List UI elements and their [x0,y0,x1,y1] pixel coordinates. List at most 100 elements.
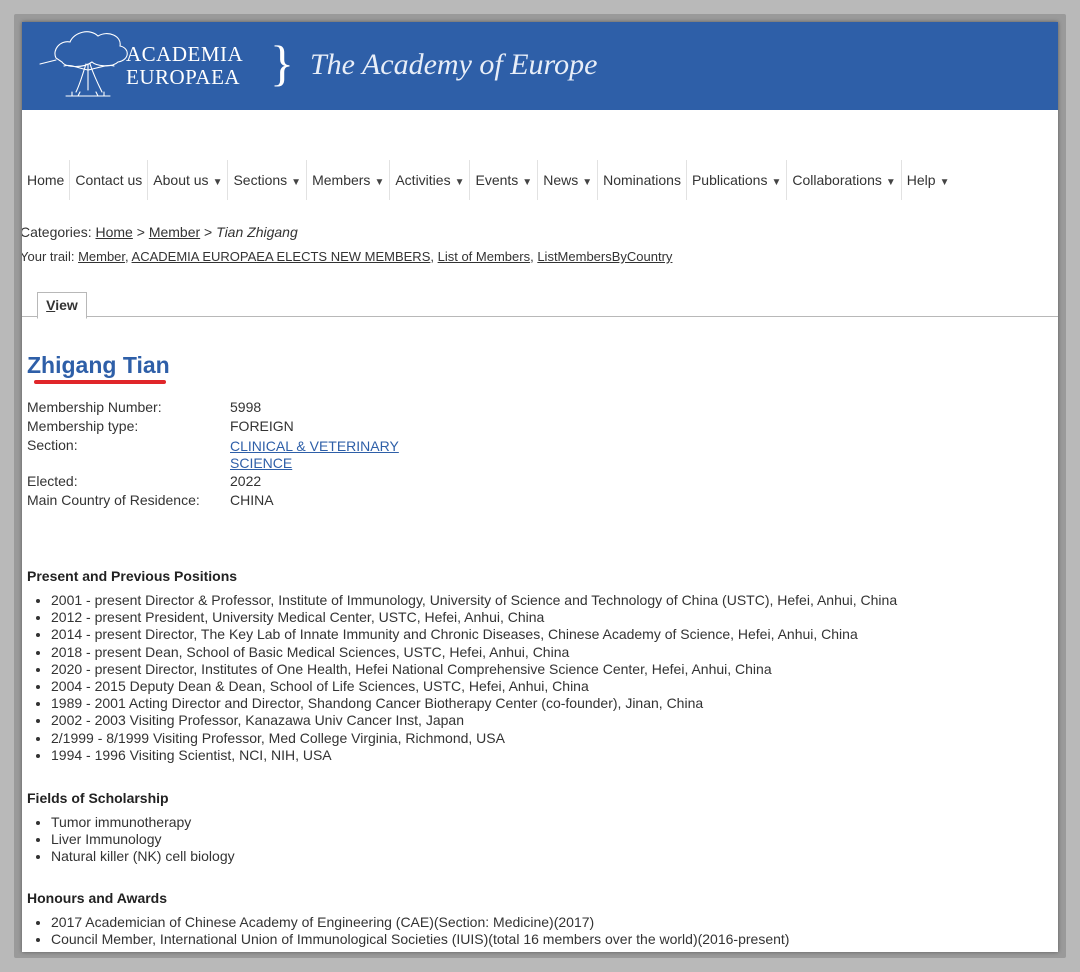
dropdown-caret-icon: ▼ [885,177,896,188]
nav-label: Publications [691,172,768,188]
tree-logo-icon[interactable] [36,24,136,104]
dropdown-caret-icon: ▼ [374,177,385,188]
tab-view-accesskey: V [46,297,56,313]
info-row: Membership type: FOREIGN [27,417,399,436]
nav-label: Contact us [75,172,143,188]
list-item: 1989 - 2001 Acting Director and Director… [51,695,897,712]
membership-number: 5998 [230,399,262,415]
positions-list: 2001 - present Director & Professor, Ins… [27,592,897,764]
honours-heading: Honours and Awards [27,890,168,906]
list-item: Tumor immunotherapy [51,814,235,831]
dropdown-caret-icon: ▼ [454,177,465,188]
list-item: 2002 - 2003 Visiting Professor, Kanazawa… [51,712,897,729]
breadcrumb-prefix: Categories: [22,224,96,240]
breadcrumb-separator: > [132,224,149,240]
nav-help[interactable]: Help ▼ [902,160,955,200]
site-tagline: The Academy of Europe [310,48,598,81]
nav-collaborations[interactable]: Collaborations ▼ [787,160,902,200]
country-label: Main Country of Residence: [27,492,200,508]
nav-nominations[interactable]: Nominations [598,160,687,200]
list-item: 2017 Academician of Chinese Academy of E… [51,914,789,931]
list-item: 2018 - present Dean, School of Basic Med… [51,644,897,661]
nav-label: Sections [233,172,288,188]
breadcrumb-home-link[interactable]: Home [95,224,132,240]
nav-publications[interactable]: Publications ▼ [687,160,788,200]
trail-link-member[interactable]: Member [78,249,125,264]
nav-news[interactable]: News ▼ [538,160,599,200]
list-item: 2012 - present President, University Med… [51,609,897,626]
fields-of-scholarship-heading: Fields of Scholarship [27,790,169,806]
breadcrumb: Categories: Home > Member > Tian Zhigang [22,224,298,240]
positions-heading: Present and Previous Positions [27,568,238,584]
list-item: Council Member, International Union of I… [51,931,789,948]
nav-label: Help [906,172,936,188]
nav-contact-us[interactable]: Contact us [70,160,149,200]
section-link-line2: SCIENCE [230,455,293,471]
nav-members[interactable]: Members ▼ [307,160,391,200]
section-value: CLINICAL & VETERINARY SCIENCE [230,438,399,472]
nav-label: Events [475,172,519,188]
breadcrumb-separator: > [200,224,217,240]
nav-label: Activities [395,172,451,188]
list-item: 2014 - present Director, The Key Lab of … [51,626,897,643]
fields-of-scholarship-list: Tumor immunotherapy Liver Immunology Nat… [27,814,235,866]
list-item: 2/1999 - 8/1999 Visiting Professor, Med … [51,730,897,747]
section-label: Section: [27,437,78,453]
tab-view[interactable]: View [37,292,87,319]
trail-link-list-by-country[interactable]: ListMembersByCountry [537,249,672,264]
page: ACADEMIA EUROPAEA } The Academy of Europ… [22,22,1058,952]
elected-label: Elected: [27,473,78,489]
dropdown-caret-icon: ▼ [771,177,782,188]
nav-about-us[interactable]: About us ▼ [148,160,229,200]
membership-number-label: Membership Number: [27,399,162,415]
trail-prefix: Your trail: [22,249,79,264]
member-name: Zhigang Tian [27,352,170,378]
breadcrumb-current: Tian Zhigang [216,224,298,240]
user-trail: Your trail: Member, ACADEMIA EUROPAEA EL… [22,249,673,264]
membership-type: FOREIGN [230,418,294,434]
logo-text-line1: ACADEMIA [126,42,244,66]
site-header: ACADEMIA EUROPAEA } The Academy of Europ… [22,22,1058,110]
logo-brace: } [270,35,294,91]
info-row: Membership Number: 5998 [27,398,399,417]
section-link-line1: CLINICAL & VETERINARY [230,438,399,454]
dropdown-caret-icon: ▼ [522,177,533,188]
nav-label: Home [27,172,65,188]
elected-year: 2022 [230,473,262,489]
nav-activities[interactable]: Activities ▼ [390,160,471,200]
nav-sections[interactable]: Sections ▼ [228,160,308,200]
trail-link-list-of-members[interactable]: List of Members [438,249,530,264]
nav-label: About us [153,172,209,188]
list-item: 1994 - 1996 Visiting Scientist, NCI, NIH… [51,747,897,764]
dropdown-caret-icon: ▼ [291,177,302,188]
section-link[interactable]: CLINICAL & VETERINARY SCIENCE [230,438,399,471]
breadcrumb-member-link[interactable]: Member [149,224,200,240]
list-item: Liver Immunology [51,831,235,848]
list-item: 2020 - present Director, Institutes of O… [51,661,897,678]
trail-link-elects-new-members[interactable]: ACADEMIA EUROPAEA ELECTS NEW MEMBERS [132,249,431,264]
nav-label: Members [312,172,371,188]
nav-label: Collaborations [792,172,882,188]
main-nav: Home Contact us About us ▼ Sections ▼ Memb… [22,160,954,200]
red-annotation-underline [34,380,166,384]
list-item: 2004 - 2015 Deputy Dean & Dean, School o… [51,678,897,695]
list-item: Natural killer (NK) cell biology [51,848,235,865]
nav-home[interactable]: Home [22,160,71,200]
nav-label: News [543,172,579,188]
dropdown-caret-icon: ▼ [212,177,223,188]
list-item: 2001 - present Director & Professor, Ins… [51,592,897,609]
tab-bar-line [22,316,1058,317]
membership-type-label: Membership type: [27,418,139,434]
nav-events[interactable]: Events ▼ [470,160,539,200]
tab-view-label: iew [55,297,78,313]
info-row: Elected: 2022 [27,472,399,491]
country-of-residence: CHINA [230,492,274,508]
honours-list: 2017 Academician of Chinese Academy of E… [27,914,789,948]
member-info: Membership Number: 5998 Membership type:… [27,398,399,510]
info-row: Main Country of Residence: CHINA [27,491,399,510]
dropdown-caret-icon: ▼ [582,177,593,188]
logo-text-line2: EUROPAEA [126,65,241,89]
nav-label: Nominations [603,172,681,188]
info-row: Section: CLINICAL & VETERINARY SCIENCE [27,436,399,472]
dropdown-caret-icon: ▼ [939,177,950,188]
